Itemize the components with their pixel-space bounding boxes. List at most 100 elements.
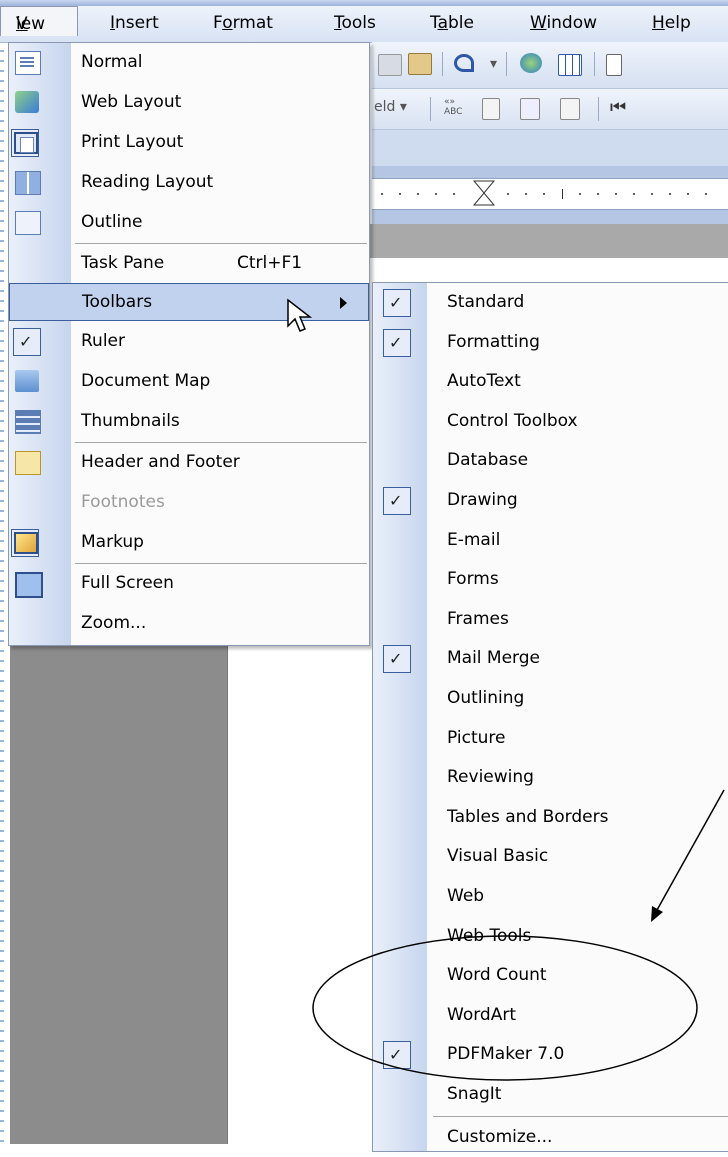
view-menu-item-label: Toolbars xyxy=(82,292,153,312)
toolbar-item-wordart[interactable]: WordArt xyxy=(373,996,728,1035)
toolbar-item-label: E-mail xyxy=(447,530,501,550)
insert-merge-icon[interactable] xyxy=(520,98,540,120)
view-menu-item-label: Full Screen xyxy=(81,573,174,593)
menu-help[interactable]: Help xyxy=(652,13,691,33)
table-icon[interactable] xyxy=(558,54,582,76)
window-left-edge xyxy=(0,0,4,1144)
checkmark-icon: ✓ xyxy=(383,329,411,357)
view-menu-item-label: Outline xyxy=(81,212,143,232)
toolbar-item-forms[interactable]: Forms xyxy=(373,560,728,599)
toolbar-item-label: Reviewing xyxy=(447,767,534,787)
toolbar-item-frames[interactable]: Frames xyxy=(373,600,728,639)
toolbar-item-label: Tables and Borders xyxy=(447,807,609,827)
checkmark-icon: ✓ xyxy=(383,289,411,317)
toolbar-separator xyxy=(594,52,595,76)
columns-icon[interactable] xyxy=(606,54,622,76)
view-menu-item-zoom[interactable]: Zoom... xyxy=(9,604,369,644)
view-menu-item-label: Normal xyxy=(81,52,143,72)
field-dropdown-label: eld xyxy=(374,99,396,115)
undo-dropdown-icon[interactable]: ▾ xyxy=(490,56,497,72)
toolbar-item-web[interactable]: Web xyxy=(373,877,728,916)
toolbar-item-standard[interactable]: ✓ Standard xyxy=(373,283,728,322)
view-menu-item-outline[interactable]: Outline xyxy=(9,203,369,243)
view-menu-item-markup[interactable]: Markup xyxy=(9,523,369,563)
toolbars-submenu: ✓ Standard ✓ Formatting AutoText Control Tool… xyxy=(372,282,728,1152)
toolbar-item-label: Word Count xyxy=(447,965,547,985)
view-menu-item-footnotes: Footnotes xyxy=(9,483,369,523)
toolbar-item-drawing[interactable]: ✓ Drawing xyxy=(373,481,728,520)
print-layout-icon xyxy=(14,132,38,154)
refresh-icon[interactable] xyxy=(560,98,580,120)
toolbar-item-label: Forms xyxy=(447,569,499,589)
view-menu-item-document-map[interactable]: Document Map xyxy=(9,362,369,402)
paste-icon[interactable] xyxy=(408,53,432,75)
document-map-icon xyxy=(15,370,39,392)
view-menu-item-label: Thumbnails xyxy=(81,411,180,431)
toolbar-item-customize[interactable]: Customize... xyxy=(373,1118,728,1157)
view-menu-item-label: Ruler xyxy=(81,331,125,351)
document-gray-margin xyxy=(10,646,227,1144)
toolbar-item-picture[interactable]: Picture xyxy=(373,719,728,758)
checkmark-icon: ✓ xyxy=(383,645,411,673)
toolbar-item-pdfmaker-7-0[interactable]: ✓ PDFMaker 7.0 xyxy=(373,1035,728,1074)
insert-document-icon[interactable] xyxy=(482,98,500,120)
undo-icon[interactable] xyxy=(454,54,474,72)
toolbar-item-web-tools[interactable]: Web Tools xyxy=(373,917,728,956)
toolbar-item-label: Picture xyxy=(447,728,506,748)
toolbar-item-label: Outlining xyxy=(447,688,525,708)
toolbar-item-database[interactable]: Database xyxy=(373,441,728,480)
standard-toolbar: ▾ xyxy=(372,42,728,89)
menu-window[interactable]: Window xyxy=(530,13,597,33)
view-menu-item-normal[interactable]: Normal xyxy=(9,43,369,83)
horizontal-ruler[interactable] xyxy=(372,178,728,210)
view-menu-item-reading-layout[interactable]: Reading Layout xyxy=(9,163,369,203)
toolbar-item-label: Standard xyxy=(447,292,525,312)
toolbar-item-mail-merge[interactable]: ✓ Mail Merge xyxy=(373,639,728,678)
toolbar-item-label: Drawing xyxy=(447,490,518,510)
menu-insert[interactable]: Insert xyxy=(110,13,159,33)
view-menu-item-header-footer[interactable]: Header and Footer xyxy=(9,443,369,483)
thumbnails-icon xyxy=(15,410,41,434)
view-menu-item-print-layout[interactable]: Print Layout xyxy=(9,123,369,163)
view-menu-item-full-screen[interactable]: Full Screen xyxy=(9,564,369,604)
first-record-icon[interactable]: ⏮ xyxy=(610,97,626,118)
toolbar-item-formatting[interactable]: ✓ Formatting xyxy=(373,323,728,362)
merge-fields-icon[interactable]: «» ABC xyxy=(444,97,462,117)
menu-format[interactable]: Format xyxy=(213,13,273,33)
view-menu-item-task-pane[interactable]: Task Pane Ctrl+F1 xyxy=(9,244,369,284)
toolbar-item-label: Database xyxy=(447,450,529,470)
abc-label: ABC xyxy=(444,107,463,117)
view-menu-item-thumbnails[interactable]: Thumbnails xyxy=(9,402,369,442)
checkmark-icon: ✓ xyxy=(383,487,411,515)
view-menu-item-label: Zoom... xyxy=(81,613,147,633)
toolbar-row-3 xyxy=(372,130,728,166)
toolbar-item-label: AutoText xyxy=(447,371,521,391)
submenu-arrow-icon xyxy=(340,297,347,309)
hyperlink-icon[interactable] xyxy=(520,53,542,73)
view-menu-item-label: Header and Footer xyxy=(81,452,240,472)
toolbar-item-visual-basic[interactable]: Visual Basic xyxy=(373,837,728,876)
view-menu-item-web-layout[interactable]: Web Layout xyxy=(9,83,369,123)
toolbar-item-autotext[interactable]: AutoText xyxy=(373,362,728,401)
toolbar-item-label: WordArt xyxy=(447,1005,516,1025)
menu-table[interactable]: Table xyxy=(430,13,474,33)
view-menu-item-label: Task Pane xyxy=(81,253,165,273)
ruler-ticks xyxy=(381,180,707,206)
toolbar-item-label: Control Toolbox xyxy=(447,411,578,431)
toolbar-item-snagit[interactable]: SnagIt xyxy=(373,1075,728,1114)
menu-separator xyxy=(433,1116,728,1117)
indent-marker-icon xyxy=(472,180,496,206)
toolbar-item-control-toolbox[interactable]: Control Toolbox xyxy=(373,402,728,441)
toolbar-item-reviewing[interactable]: Reviewing xyxy=(373,758,728,797)
view-menu-item-label: Footnotes xyxy=(81,492,165,512)
toolbar-item-word-count[interactable]: Word Count xyxy=(373,956,728,995)
copy-icon[interactable] xyxy=(378,54,402,76)
toolbar-item-e-mail[interactable]: E-mail xyxy=(373,521,728,560)
menu-view[interactable]: View xyxy=(0,6,78,36)
checkmark-icon: ✓ xyxy=(13,328,41,356)
toolbar-item-outlining[interactable]: Outlining xyxy=(373,679,728,718)
insert-field-dropdown[interactable]: eld ▾ xyxy=(374,99,407,115)
menu-tools[interactable]: Tools xyxy=(334,13,376,33)
toolbar-separator xyxy=(598,97,599,121)
toolbar-item-tables-and-borders[interactable]: Tables and Borders xyxy=(373,798,728,837)
